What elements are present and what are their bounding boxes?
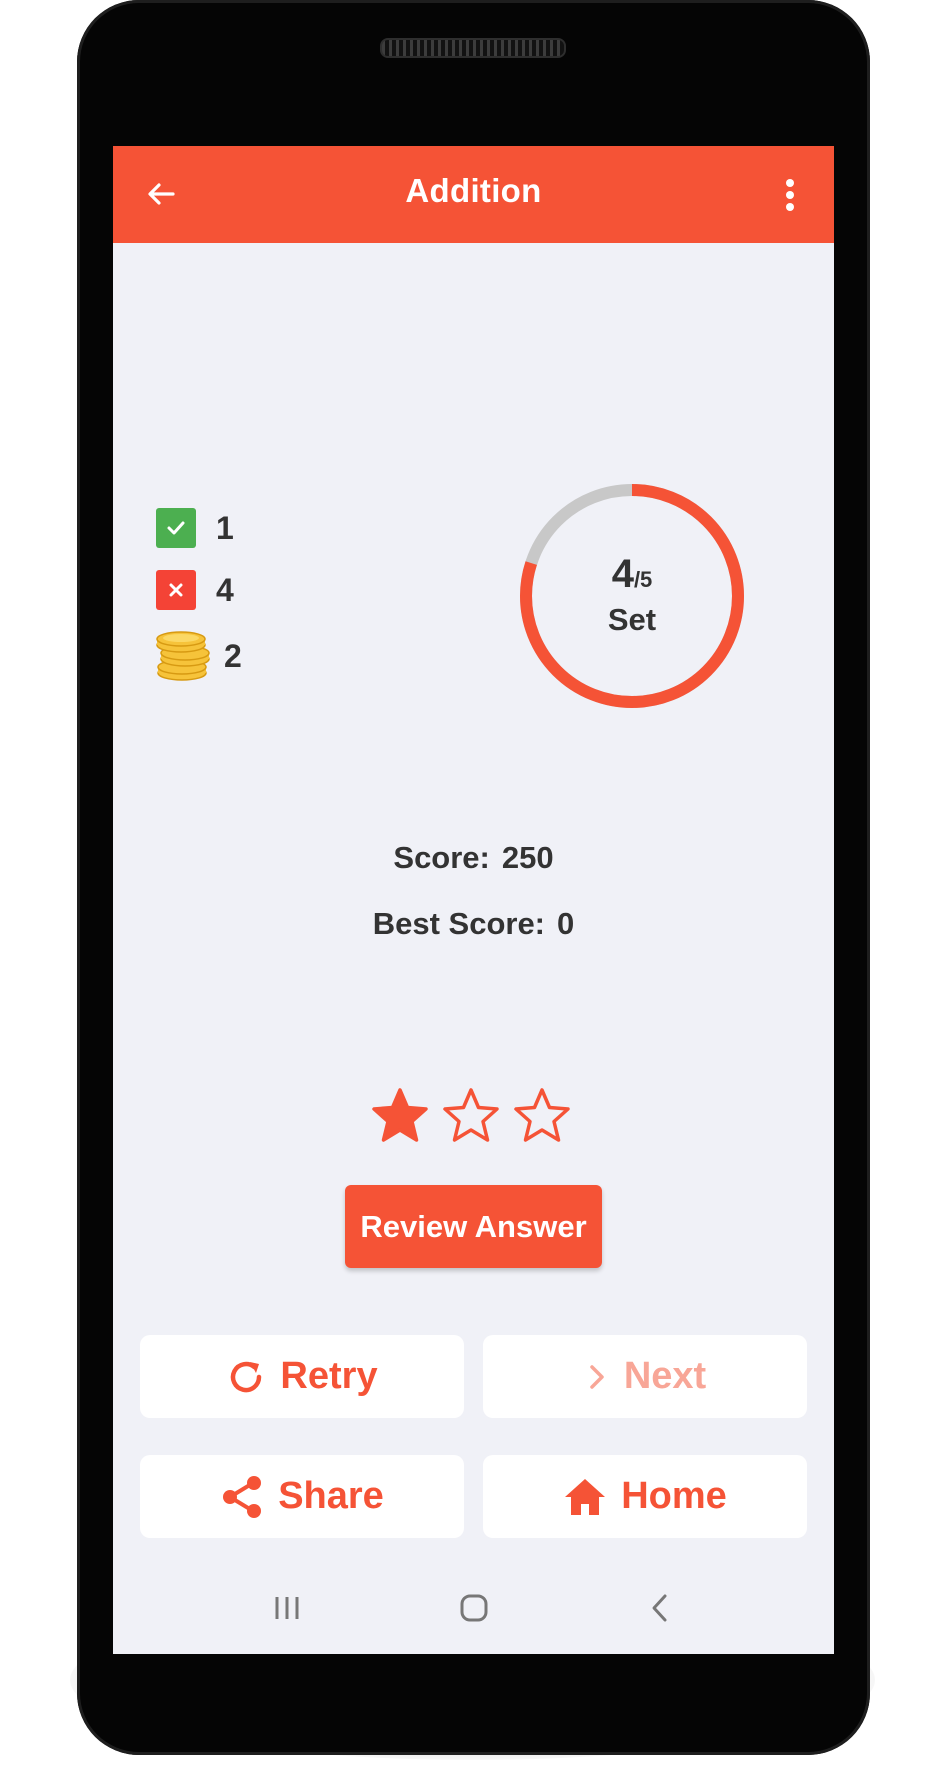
set-total: /5 xyxy=(633,567,653,592)
coins-count: 2 xyxy=(224,637,242,674)
next-label: Next xyxy=(623,1355,707,1397)
wrong-count: 4 xyxy=(216,571,234,608)
app-bar: Addition xyxy=(113,146,834,243)
score-label: Score: xyxy=(393,840,490,875)
review-answer-button[interactable]: Review Answer xyxy=(345,1185,602,1268)
chevron-right-icon xyxy=(590,1364,604,1389)
wrong-count-row: 4 xyxy=(156,570,234,610)
ring-label-group: 4/5 Set xyxy=(517,481,747,711)
score-value: 250 xyxy=(501,840,554,875)
back-nav-icon[interactable] xyxy=(641,1588,681,1628)
retry-label: Retry xyxy=(280,1355,378,1397)
check-icon xyxy=(156,508,196,548)
next-button[interactable]: Next xyxy=(483,1335,807,1418)
set-current: 4 xyxy=(611,552,634,596)
home-label: Home xyxy=(621,1475,727,1517)
best-score-line: Best Score: 0 xyxy=(113,906,834,942)
recent-apps-icon[interactable] xyxy=(267,1588,307,1628)
star-filled-icon xyxy=(372,1088,428,1142)
speaker-grille xyxy=(380,38,566,58)
home-button[interactable]: Home xyxy=(483,1455,807,1538)
correct-count: 1 xyxy=(216,509,234,546)
best-score-label: Best Score: xyxy=(372,906,546,941)
coins-count-row: 2 xyxy=(156,629,242,683)
home-icon xyxy=(565,1478,606,1515)
set-label: Set xyxy=(607,602,657,637)
score-line: Score: 250 xyxy=(113,840,834,876)
more-vert-icon[interactable] xyxy=(778,177,802,213)
set-fraction: 4/5 xyxy=(612,554,653,600)
star-outline-icon xyxy=(514,1088,570,1142)
home-nav-icon[interactable] xyxy=(454,1588,494,1628)
share-label: Share xyxy=(278,1475,384,1517)
best-score-value: 0 xyxy=(557,906,575,941)
star-rating xyxy=(371,1087,571,1145)
page-title: Addition xyxy=(405,172,542,209)
correct-count-row: 1 xyxy=(156,508,234,548)
star-outline-icon xyxy=(443,1088,499,1142)
app-screen: Addition 1 4 2 4/5 Set Score: 250 Best S… xyxy=(113,146,834,1654)
refresh-icon xyxy=(231,1361,262,1392)
coins-icon xyxy=(156,631,210,681)
system-nav-bar xyxy=(113,1562,834,1654)
set-progress-ring: 4/5 Set xyxy=(517,481,747,711)
close-icon xyxy=(156,570,196,610)
share-icon xyxy=(223,1475,262,1518)
share-button[interactable]: Share xyxy=(140,1455,464,1538)
retry-button[interactable]: Retry xyxy=(140,1335,464,1418)
